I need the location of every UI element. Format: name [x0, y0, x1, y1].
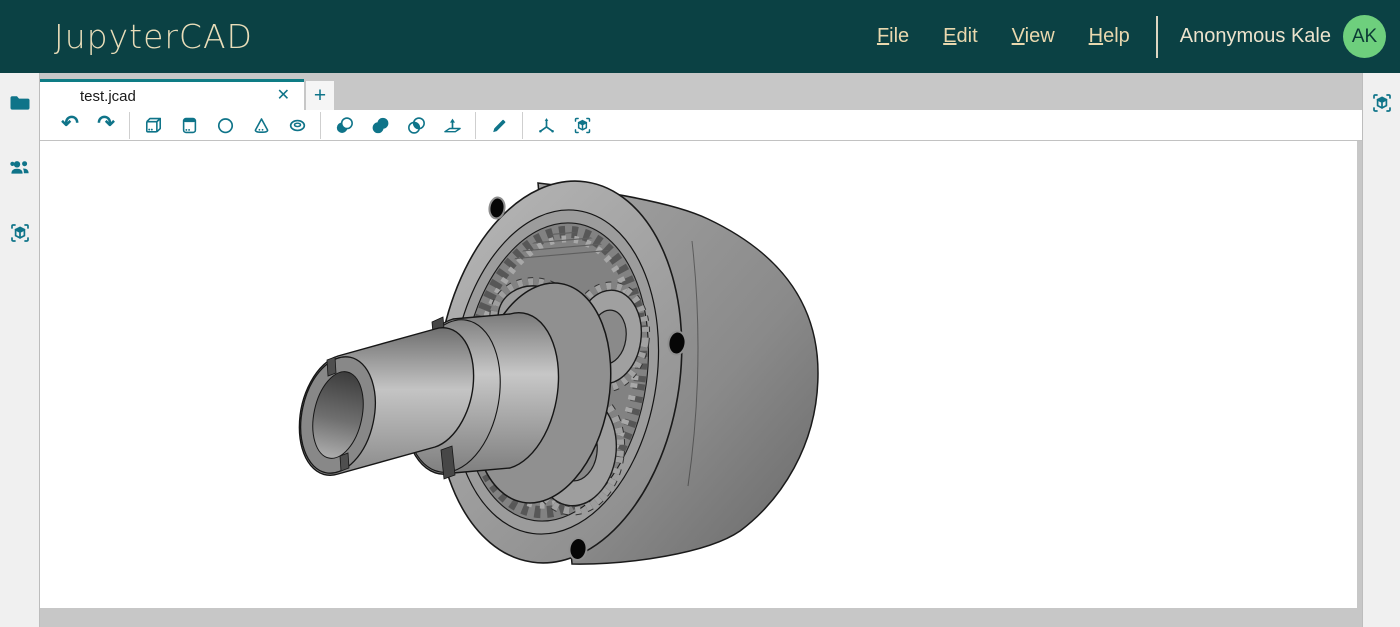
- right-sidebar: [1362, 73, 1400, 627]
- file-browser-button[interactable]: [7, 90, 33, 116]
- new-torus-button[interactable]: [279, 111, 315, 139]
- menu-view[interactable]: View: [1012, 25, 1055, 48]
- undo-button[interactable]: ↶: [52, 111, 88, 139]
- boolean-union-button[interactable]: [362, 111, 398, 139]
- new-sphere-button[interactable]: [207, 111, 243, 139]
- tab-bar: test.jcad ✕ +: [40, 73, 1362, 110]
- toolbar-separator: [522, 112, 523, 139]
- sphere-icon: [215, 115, 236, 136]
- planetary-gearbox-model: [40, 141, 1355, 608]
- tab-test-jcad[interactable]: test.jcad ✕: [40, 79, 304, 110]
- axes-helper-button[interactable]: [528, 111, 564, 139]
- redo-icon: ↷: [97, 113, 115, 134]
- intersection-icon: [406, 115, 427, 136]
- extrusion-button[interactable]: [434, 111, 470, 139]
- viewport-3d-canvas[interactable]: [40, 141, 1357, 608]
- cube-scan-icon: [1370, 91, 1394, 115]
- menu-help[interactable]: Help: [1089, 25, 1130, 48]
- new-cylinder-button[interactable]: [171, 111, 207, 139]
- left-sidebar: [0, 73, 40, 627]
- user-name: Anonymous Kale: [1180, 25, 1331, 48]
- objects-panel-button[interactable]: [7, 220, 33, 246]
- cylinder-icon: [179, 115, 200, 136]
- toolbar-separator: [475, 112, 476, 139]
- cube-scan-icon: [8, 221, 32, 245]
- app-logo: JupyterCAD: [54, 17, 253, 56]
- boolean-cut-button[interactable]: [326, 111, 362, 139]
- redo-button[interactable]: ↷: [88, 111, 124, 139]
- boolean-intersection-button[interactable]: [398, 111, 434, 139]
- new-tab-button[interactable]: +: [306, 81, 334, 110]
- union-icon: [370, 115, 391, 136]
- menubar: File Edit View Help: [877, 25, 1130, 48]
- cube-scan-icon: [572, 115, 593, 136]
- toolbar-separator: [129, 112, 130, 139]
- exploded-view-button[interactable]: [564, 111, 600, 139]
- users-icon: [8, 156, 32, 180]
- new-cone-button[interactable]: [243, 111, 279, 139]
- objects-properties-button[interactable]: [1369, 90, 1395, 116]
- undo-icon: ↶: [61, 113, 79, 134]
- folder-icon: [8, 91, 32, 115]
- menu-file[interactable]: File: [877, 25, 909, 48]
- menu-edit[interactable]: Edit: [943, 25, 977, 48]
- toolbar-separator: [320, 112, 321, 139]
- torus-icon: [287, 115, 308, 136]
- cone-icon: [251, 115, 272, 136]
- sketcher-button[interactable]: [481, 111, 517, 139]
- box-icon: [143, 115, 164, 136]
- user-avatar[interactable]: AK: [1343, 15, 1386, 58]
- cut-icon: [334, 115, 355, 136]
- top-menu-bar: JupyterCAD File Edit View Help Anonymous…: [0, 0, 1400, 73]
- collaborators-button[interactable]: [7, 155, 33, 181]
- new-box-button[interactable]: [135, 111, 171, 139]
- axes-icon: [536, 115, 557, 136]
- topbar-divider: [1156, 16, 1158, 58]
- extrude-icon: [442, 115, 463, 136]
- pencil-icon: [489, 115, 510, 136]
- tab-label: test.jcad: [80, 88, 136, 105]
- tab-close-icon[interactable]: ✕: [277, 88, 290, 104]
- cad-toolbar: ↶ ↷: [40, 110, 1362, 141]
